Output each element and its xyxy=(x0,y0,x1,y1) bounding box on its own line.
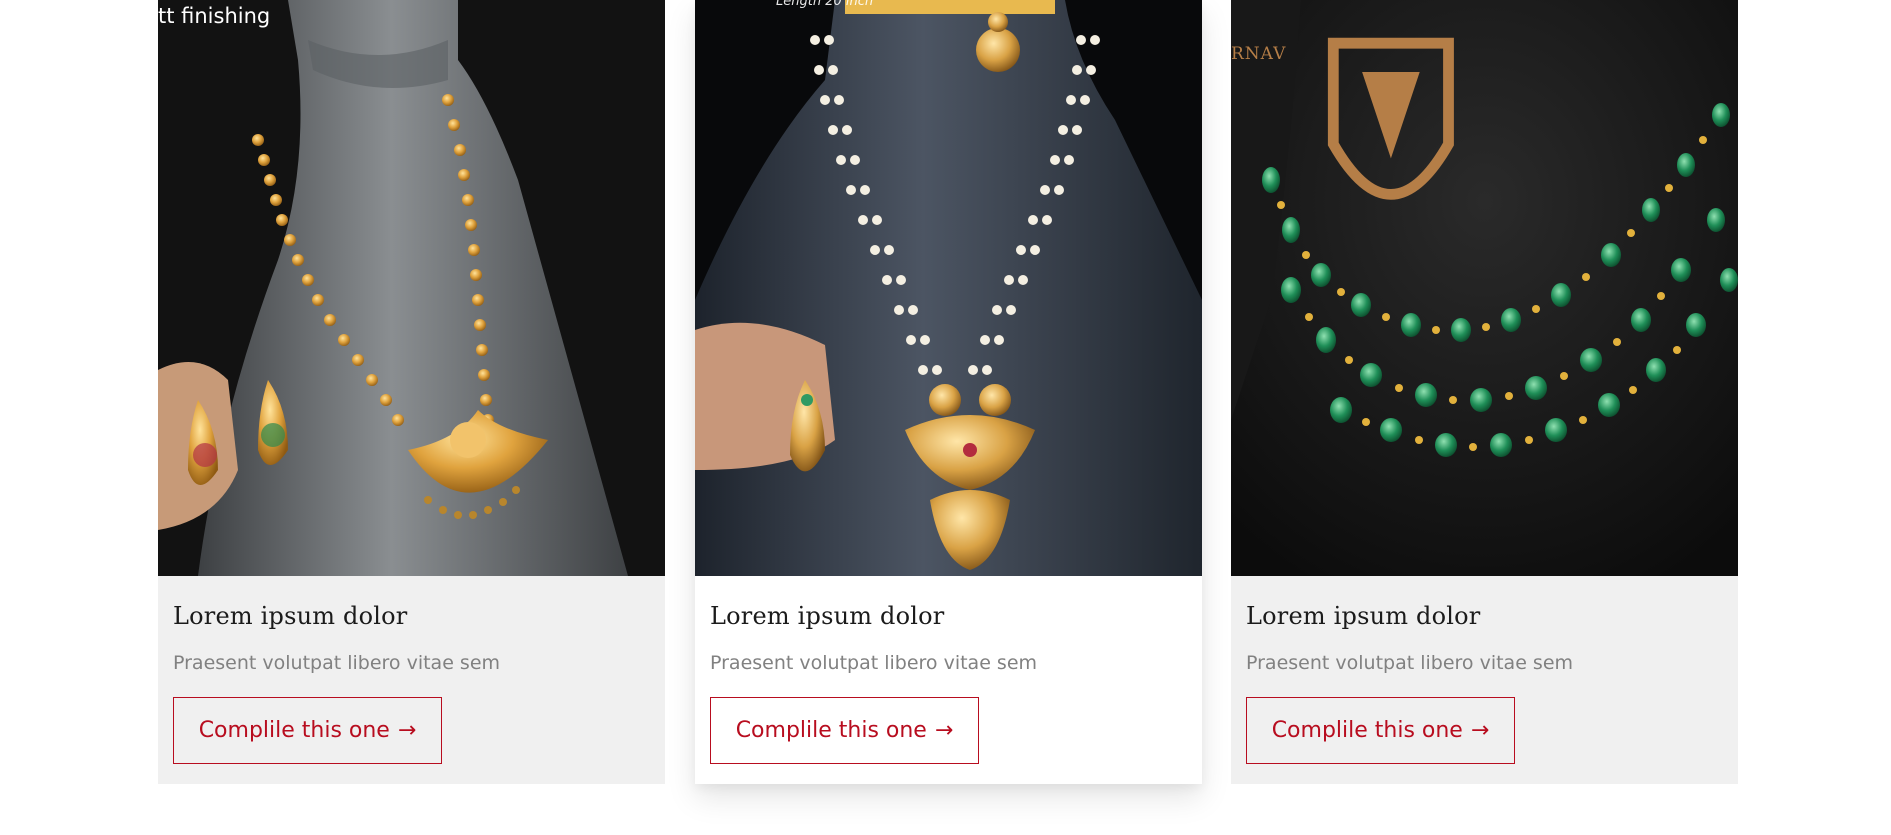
arrow-right-icon: → xyxy=(1470,718,1490,743)
compile-button[interactable]: Complile this one → xyxy=(173,697,442,764)
product-card[interactable]: RNAV Lorem ipsum dolor Praesent volutpat… xyxy=(1231,0,1738,784)
gold-necklace-photo xyxy=(158,0,665,576)
arrow-right-icon: → xyxy=(397,718,417,743)
card-description: Praesent volutpat libero vitae sem xyxy=(1246,652,1574,674)
card-description: Praesent volutpat libero vitae sem xyxy=(173,652,501,674)
card-description: Praesent volutpat libero vitae sem xyxy=(710,652,1038,674)
brand-logo-text: RNAV xyxy=(1231,44,1287,64)
button-label: Complile this one xyxy=(735,718,927,743)
product-image[interactable]: Length 20 inch xyxy=(695,0,1202,576)
button-label: Complile this one xyxy=(198,718,390,743)
card-title: Lorem ipsum dolor xyxy=(173,602,408,630)
compile-button[interactable]: Complile this one → xyxy=(710,697,979,764)
arrow-right-icon: → xyxy=(934,718,954,743)
card-title: Lorem ipsum dolor xyxy=(710,602,945,630)
image-caption: Length 20 inch xyxy=(776,0,874,9)
image-caption: tt finishing xyxy=(158,4,271,28)
product-image[interactable]: RNAV xyxy=(1231,0,1738,576)
product-card-featured[interactable]: Length 20 inch Lorem ipsum dolor Praesen… xyxy=(695,0,1202,784)
pearl-necklace-photo xyxy=(695,0,1202,576)
product-grid: tt finishing Lorem ipsum dolor Praesent … xyxy=(158,0,1738,784)
compile-button[interactable]: Complile this one → xyxy=(1246,697,1515,764)
brand-logo-icon xyxy=(1327,37,1454,200)
button-label: Complile this one xyxy=(1271,718,1463,743)
card-title: Lorem ipsum dolor xyxy=(1246,602,1481,630)
product-image[interactable]: tt finishing xyxy=(158,0,665,576)
product-card[interactable]: tt finishing Lorem ipsum dolor Praesent … xyxy=(158,0,665,784)
